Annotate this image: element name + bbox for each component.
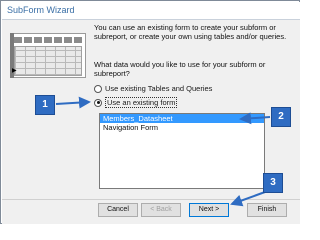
list-item[interactable]: Navigation Form <box>100 123 264 132</box>
callout-badge-3: 3 <box>263 173 283 193</box>
option-label: Use existing Tables and Queries <box>105 84 213 93</box>
wizard-description: You can use an existing form to create y… <box>94 23 287 41</box>
cancel-button[interactable]: Cancel <box>98 203 138 217</box>
button-bar: Cancel < Back Next > Finish <box>2 199 300 224</box>
preview-header-bars <box>14 37 82 43</box>
form-preview-illustration <box>10 33 86 78</box>
preview-row-marker-icon: ▶ <box>12 68 17 74</box>
dialog-title: SubForm Wizard <box>7 5 75 15</box>
radio-button[interactable] <box>94 84 102 93</box>
title-bar: SubForm Wizard <box>2 2 300 19</box>
subform-wizard-dialog: SubForm Wizard ▶ You can use an existing… <box>0 0 300 224</box>
finish-button[interactable]: Finish <box>247 203 287 217</box>
next-button[interactable]: Next > <box>189 203 229 217</box>
option-existing-form[interactable]: Use an existing form <box>94 97 178 108</box>
callout-badge-2: 2 <box>271 107 291 127</box>
preview-datasheet-grid <box>14 46 82 76</box>
callout-badge-1: 1 <box>35 95 55 115</box>
list-item[interactable]: Members_Datasheet <box>100 114 264 123</box>
radio-button-selected[interactable] <box>94 98 102 107</box>
option-existing-tables-queries[interactable]: Use existing Tables and Queries <box>94 84 212 93</box>
back-button[interactable]: < Back <box>141 203 181 217</box>
existing-forms-list[interactable]: Members_Datasheet Navigation Form <box>99 113 265 189</box>
option-label: Use an existing form <box>105 97 178 108</box>
data-source-question: What data would you like to use for your… <box>94 60 266 78</box>
